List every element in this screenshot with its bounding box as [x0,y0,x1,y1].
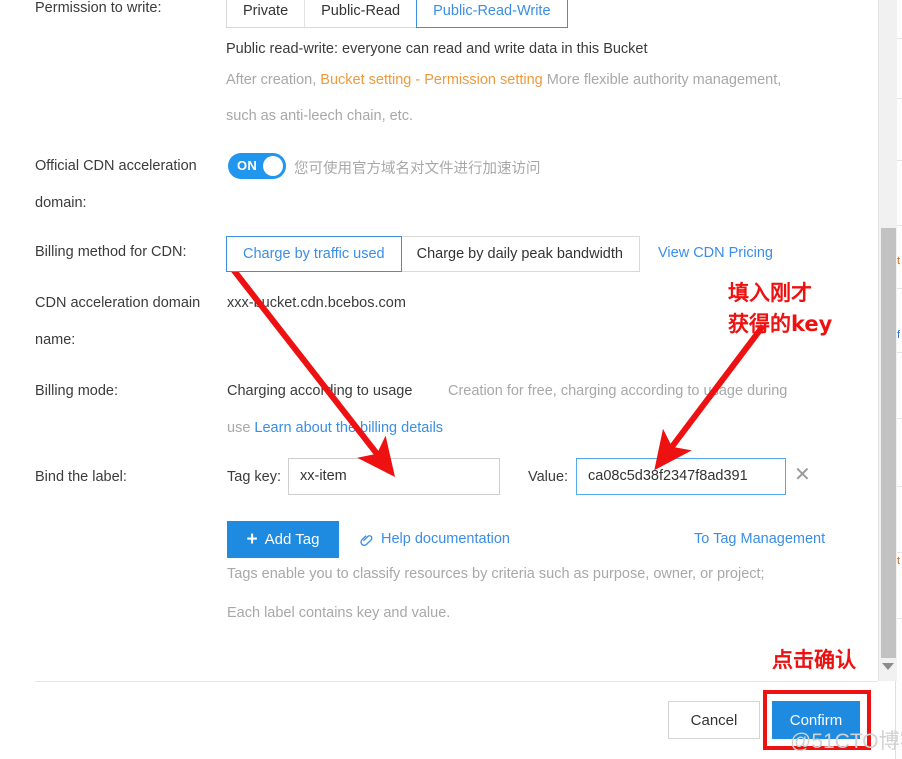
tag-value-label: Value: [528,469,569,485]
dialog-scrollbar-thumb[interactable] [881,228,896,658]
cdn-domain-name-value: xxx-bucket.cdn.bcebos.com [227,295,406,311]
add-tag-button-label: Add Tag [264,531,320,548]
cdn-acceleration-toggle[interactable]: ON [228,153,286,179]
permission-note-line1: After creation, Bucket setting - Permiss… [226,72,781,88]
bucket-permission-setting-link[interactable]: Bucket setting - Permission setting [320,72,542,88]
billing-note-prefix: use [227,420,255,436]
permission-note-prefix: After creation, [226,72,321,88]
cdn-toggle-state-text: ON [237,158,258,173]
billing-method-option-peak-bandwidth[interactable]: Charge by daily peak bandwidth [400,237,639,271]
watermark: @51CTO博客 [790,730,902,753]
create-bucket-dialog: Permission to write: Private Public-Read… [0,0,878,759]
permission-option-public-read-write[interactable]: Public-Read-Write [416,0,568,28]
tags-hint-line1: Tags enable you to classify resources by… [227,566,765,582]
cdn-domain-name-label-line2: name: [35,332,76,348]
cdn-acceleration-label-line2: domain: [35,195,87,211]
permission-option-private[interactable]: Private [227,0,306,27]
help-documentation-link[interactable]: Help documentation [381,531,510,547]
scroll-down-arrow-icon[interactable] [882,663,894,670]
billing-mode-note: Creation for free, charging according to… [448,383,788,399]
tag-value-input[interactable]: ca08c5d38f2347f8ad391 [576,458,786,495]
billing-mode-value: Charging according to usage [227,383,413,399]
cdn-domain-name-label-line1: CDN acceleration domain [35,295,201,311]
permission-option-public-read[interactable]: Public-Read [305,0,418,27]
view-cdn-pricing-link[interactable]: View CDN Pricing [658,245,773,261]
tag-key-label: Tag key: [227,469,281,485]
permission-segmented-control[interactable]: Private Public-Read Public-Read-Write [226,0,568,28]
add-tag-button[interactable]: + Add Tag [227,521,339,558]
permission-description: Public read-write: everyone can read and… [226,41,648,57]
footer-divider [35,681,878,682]
billing-method-segmented-control[interactable]: Charge by traffic used Charge by daily p… [226,236,640,272]
billing-method-label: Billing method for CDN: [35,244,187,260]
annotation-key-note: 填入刚才 获得的key [728,281,833,336]
link-icon [360,535,373,547]
cdn-acceleration-hint: 您可使用官方域名对文件进行加速访问 [294,161,541,177]
learn-billing-details-link[interactable]: Learn about the billing details [254,420,443,436]
cancel-button[interactable]: Cancel [668,701,760,739]
cdn-acceleration-label-line1: Official CDN acceleration [35,158,197,174]
permission-note-line2: such as anti-leech chain, etc. [226,108,413,124]
tag-key-input[interactable]: xx-item [288,458,500,495]
remove-tag-icon[interactable]: ✕ [794,464,811,484]
bind-label-label: Bind the label: [35,469,127,485]
permission-to-write-label: Permission to write: [35,0,162,16]
annotation-confirm-note: 点击确认 [772,648,856,672]
to-tag-management-link[interactable]: To Tag Management [694,531,825,547]
plus-icon: + [246,529,258,550]
tags-hint-line2: Each label contains key and value. [227,605,451,621]
permission-note-suffix: More flexible authority management, [542,72,782,88]
billing-mode-note-line2: use Learn about the billing details [227,420,443,436]
billing-mode-label: Billing mode: [35,383,119,399]
toggle-knob [263,156,283,176]
billing-method-option-traffic[interactable]: Charge by traffic used [226,236,402,272]
dialog-scrollbar-track[interactable] [878,0,897,681]
dialog-screenshot: t f t Permission to write: Private Publi… [0,0,902,759]
